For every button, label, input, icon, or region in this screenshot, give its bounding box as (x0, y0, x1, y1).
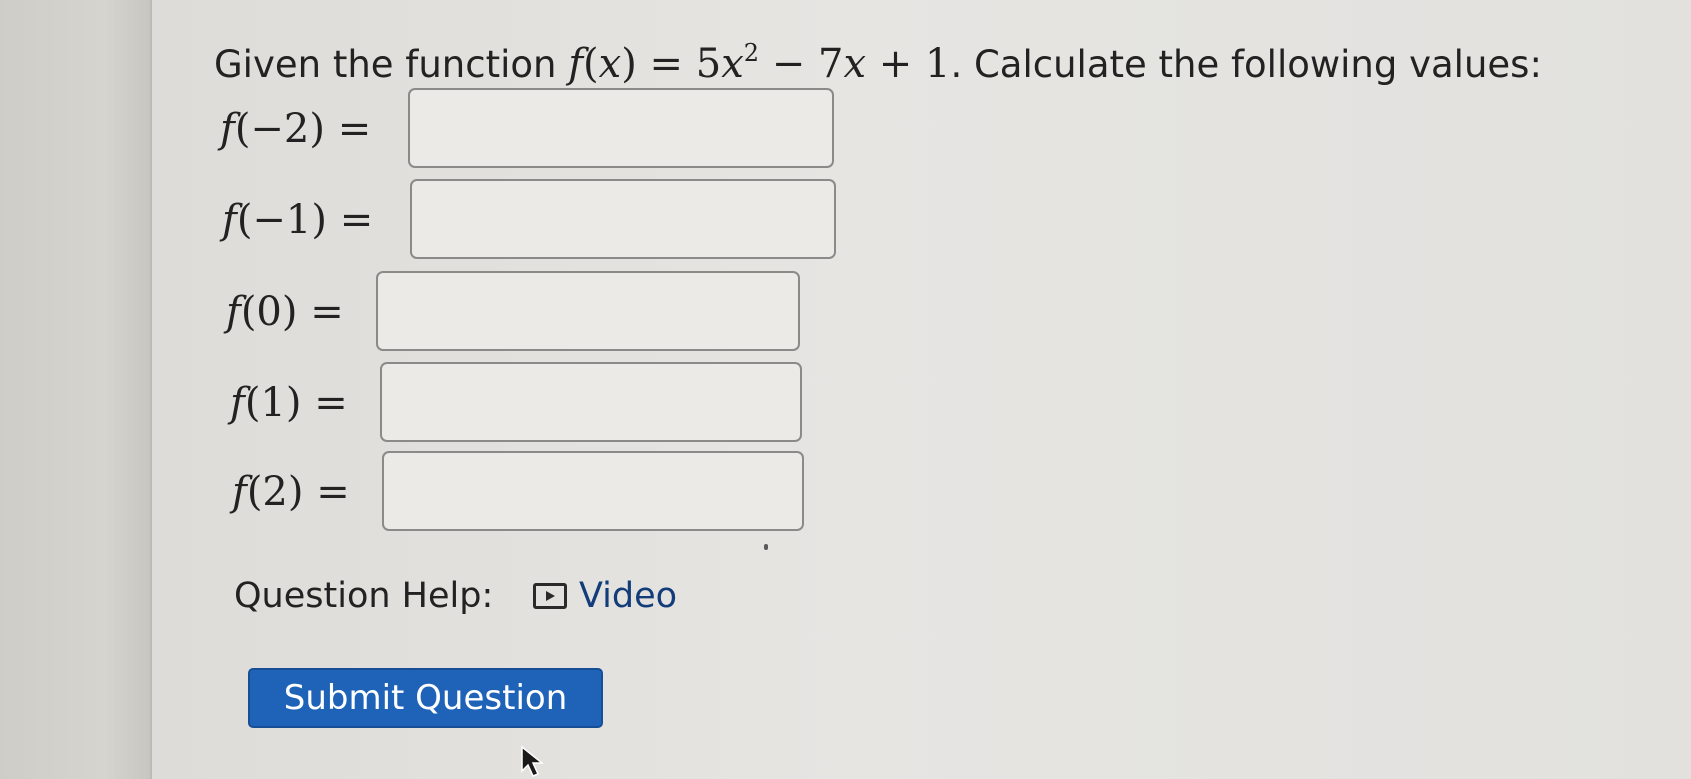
answer-input-f-neg2[interactable] (408, 88, 834, 168)
function-argument: (−1) = (236, 197, 374, 243)
linear-term: − 7 (771, 41, 844, 87)
answer-input-f-2[interactable] (382, 451, 804, 531)
question-help-label: Question Help: (234, 576, 494, 616)
function-name: f (220, 106, 235, 152)
squared-variable: x (721, 41, 744, 87)
function-variable: x (598, 41, 622, 87)
answer-label: f(−2) = (220, 106, 371, 152)
video-link-label: Video (579, 576, 678, 616)
equals-sign: = (649, 41, 684, 87)
function-argument: (2) = (246, 469, 350, 515)
function-argument: (−2) = (234, 106, 372, 152)
answer-input-f-1[interactable] (380, 362, 802, 442)
coefficient: 5 (695, 41, 722, 87)
exponent: 2 (743, 39, 760, 67)
video-help-link[interactable]: Video (533, 572, 677, 620)
answer-input-f-neg1[interactable] (410, 179, 836, 259)
function-argument: (0) = (240, 289, 344, 335)
constant-term: + 1 (878, 41, 951, 87)
function-name: f (568, 41, 584, 87)
mouse-pointer-icon (521, 746, 545, 777)
function-name: f (232, 469, 247, 515)
answer-label: f(2) = (232, 469, 350, 515)
answer-label: f(0) = (226, 289, 344, 335)
question-intro: Given the function (214, 43, 557, 86)
question-outro: . Calculate the following values: (950, 43, 1542, 86)
linear-variable: x (843, 41, 867, 87)
answer-label: f(−1) = (222, 197, 373, 243)
submit-question-button[interactable]: Submit Question (248, 668, 603, 728)
function-argument: (1) = (244, 380, 348, 426)
function-name: f (226, 289, 241, 335)
speck (764, 544, 768, 550)
play-video-icon (533, 583, 567, 609)
function-name: f (222, 197, 237, 243)
answer-input-f-0[interactable] (376, 271, 800, 351)
function-definition: f(x) = 5x2 − 7x + 1 (568, 39, 951, 87)
function-name: f (230, 380, 245, 426)
answer-label: f(1) = (230, 380, 348, 426)
page-left-margin (0, 0, 152, 779)
question-prompt: Given the function f(x) = 5x2 − 7x + 1. … (214, 26, 1542, 92)
